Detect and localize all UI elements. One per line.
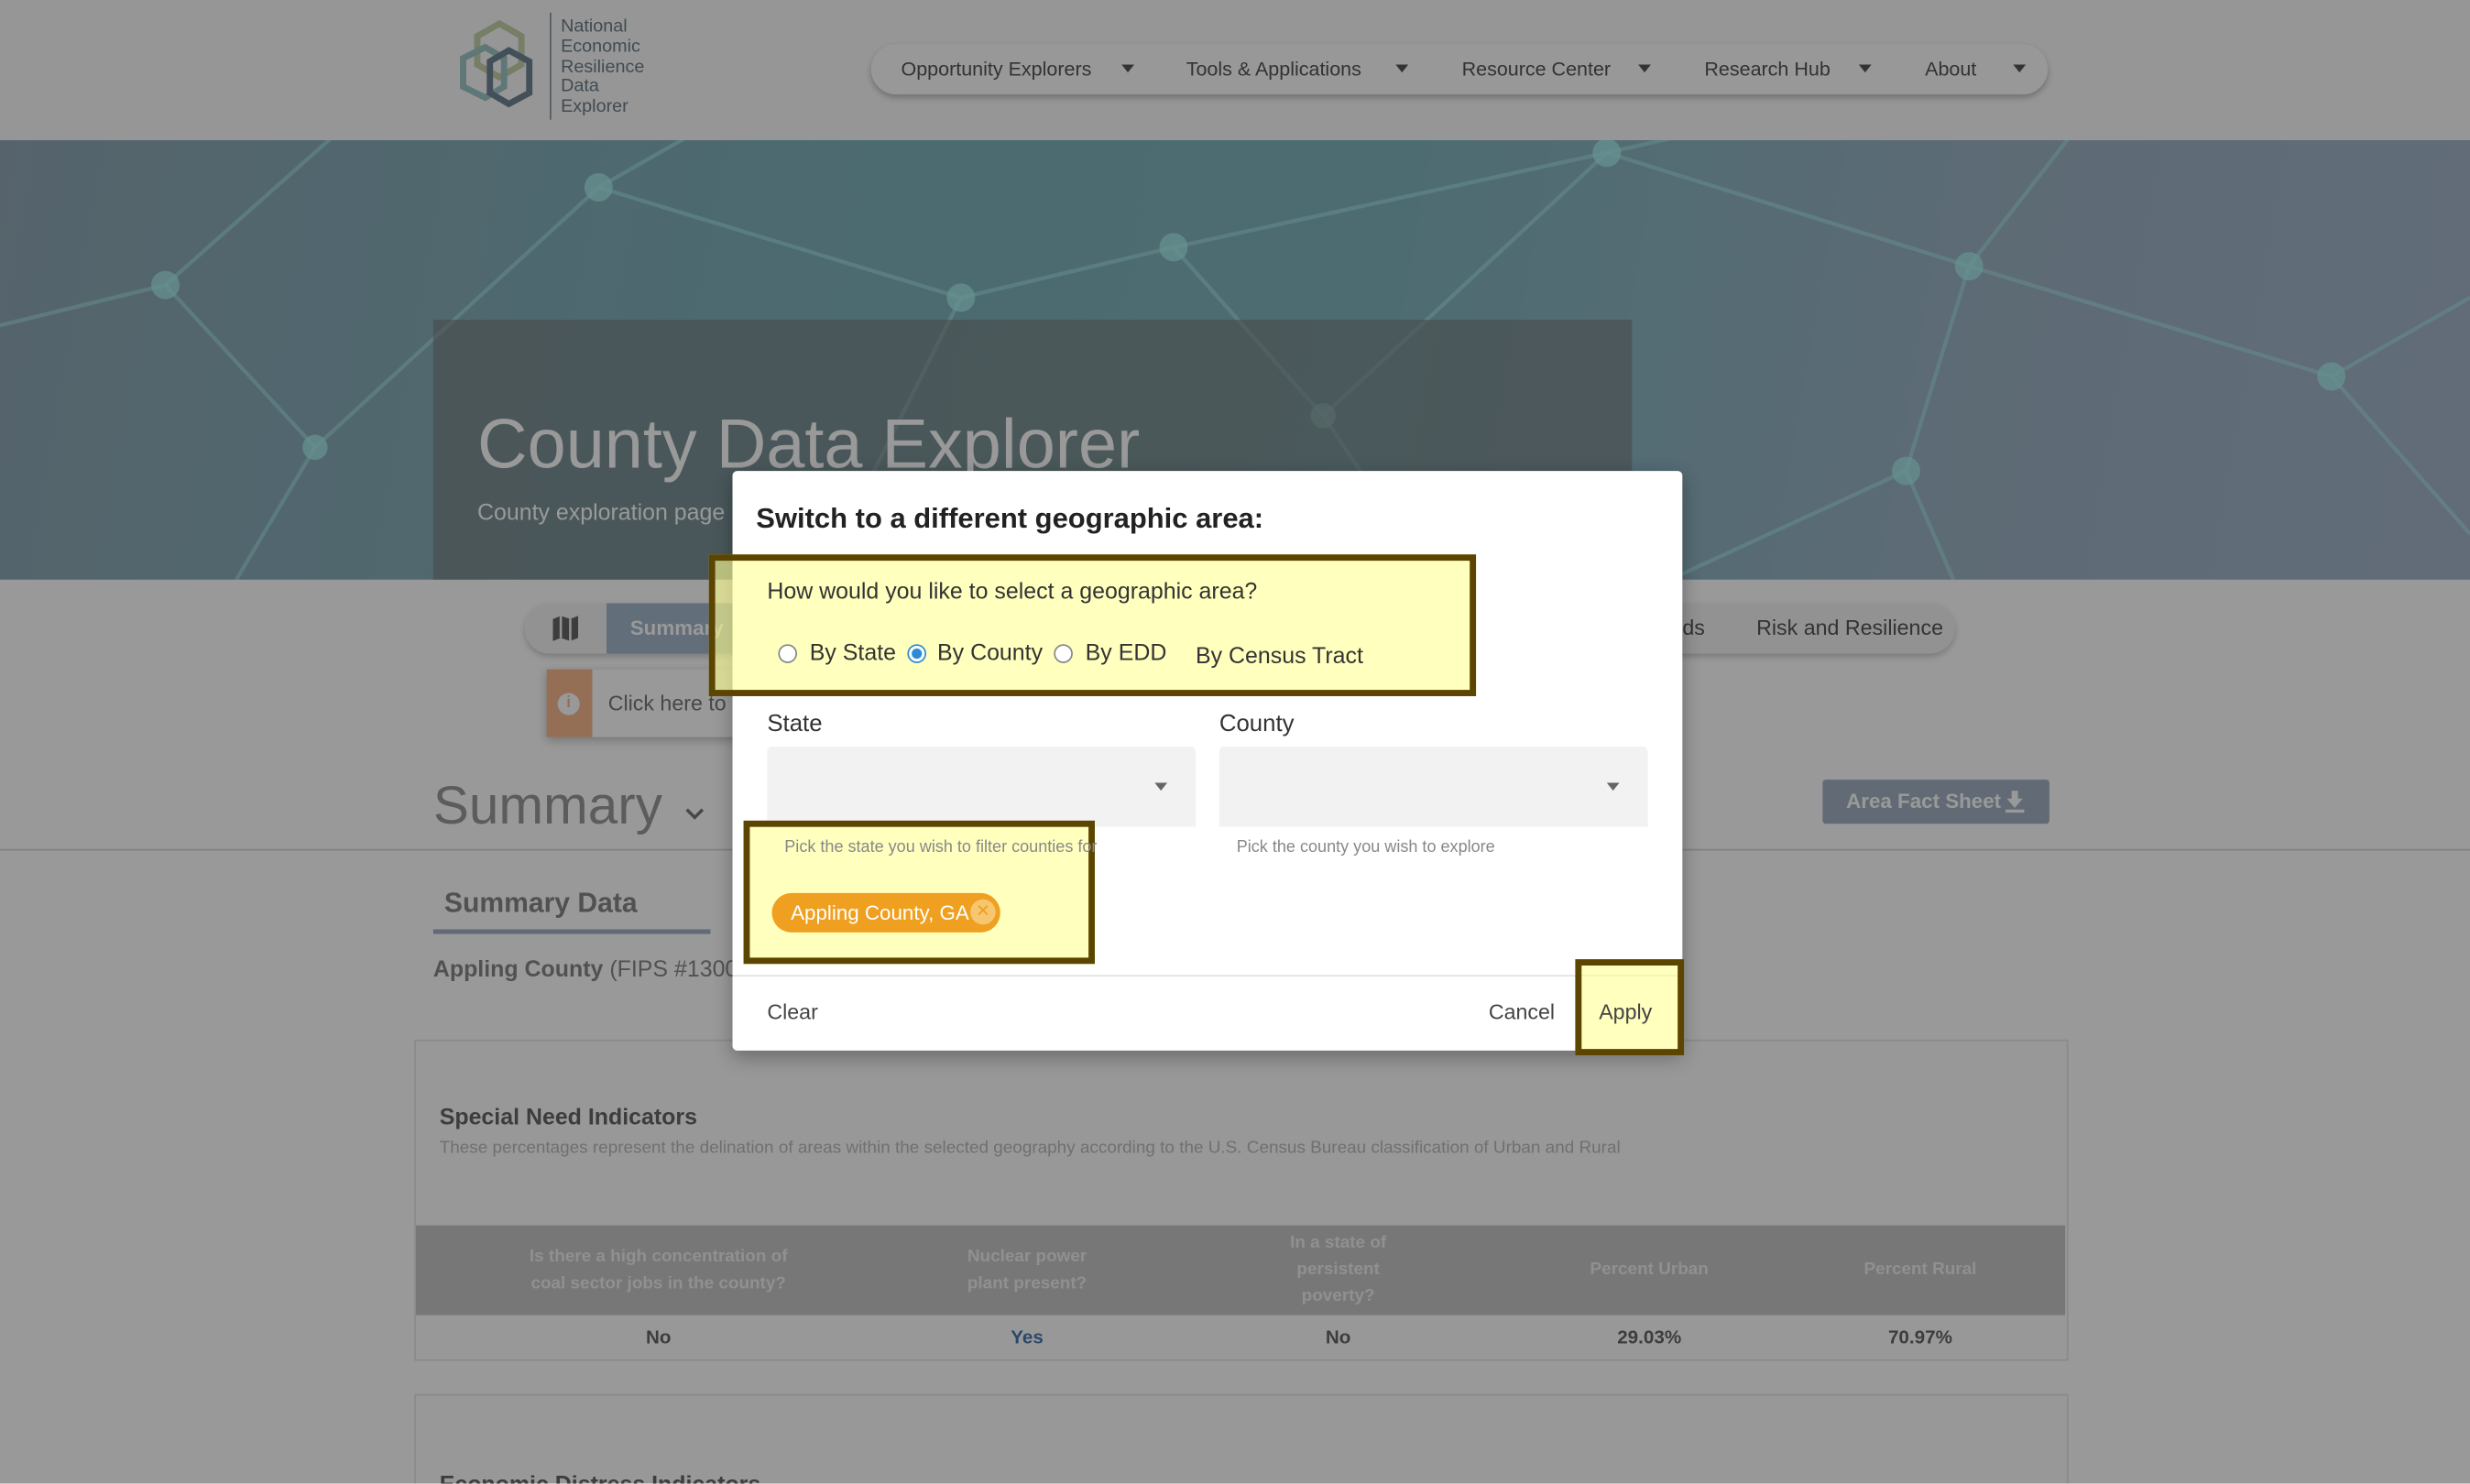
option-by-census-tract[interactable]: By Census Tract	[1196, 644, 1363, 670]
radio-label[interactable]: By County	[937, 641, 1043, 667]
apply-button[interactable]: Apply	[1599, 1000, 1652, 1024]
modal-footer-divider	[732, 975, 1683, 977]
state-select[interactable]	[767, 746, 1197, 827]
radio-by-edd[interactable]	[1054, 644, 1073, 663]
county-label: County	[1219, 710, 1295, 737]
modal-title: Switch to a different geographic area:	[756, 502, 1264, 534]
radio-label[interactable]: By EDD	[1086, 641, 1167, 667]
selected-area-chip: Appling County, GA ✕	[771, 892, 1000, 933]
radio-by-state[interactable]	[778, 644, 798, 663]
state-label: State	[767, 710, 823, 737]
radio-by-county[interactable]	[907, 644, 927, 663]
state-helper-text: Pick the state you wish to filter counti…	[784, 837, 1098, 857]
cancel-button[interactable]: Cancel	[1489, 1000, 1555, 1024]
caret-down-icon	[1606, 782, 1620, 791]
remove-chip-icon[interactable]: ✕	[970, 899, 996, 925]
caret-down-icon	[1154, 782, 1168, 791]
county-select[interactable]	[1219, 746, 1648, 827]
clear-button[interactable]: Clear	[767, 1000, 817, 1024]
county-helper-text: Pick the county you wish to explore	[1236, 837, 1495, 857]
radio-label[interactable]: By State	[810, 641, 896, 667]
chip-label: Appling County, GA	[791, 900, 969, 925]
highlight-box	[708, 554, 1477, 696]
selection-question: How would you like to select a geographi…	[767, 579, 1258, 606]
